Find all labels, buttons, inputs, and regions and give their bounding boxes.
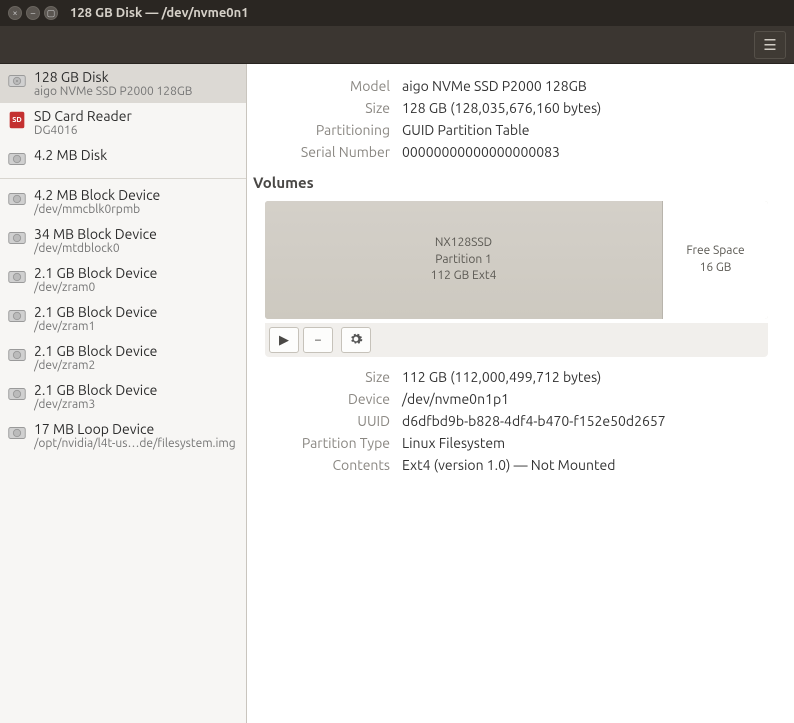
sidebar-item-block-zram0[interactable]: 2.1 GB Block Device /dev/zram0 bbox=[0, 260, 246, 299]
minus-icon: − bbox=[314, 333, 321, 347]
sidebar-item-title: 4.2 MB Disk bbox=[34, 147, 238, 163]
sidebar-item-title: 2.1 GB Block Device bbox=[34, 382, 238, 398]
sidebar-item-subtitle: DG4016 bbox=[34, 124, 238, 137]
hard-disk-icon bbox=[6, 422, 28, 444]
hard-disk-icon bbox=[6, 383, 28, 405]
sidebar-item-title: 2.1 GB Block Device bbox=[34, 265, 238, 281]
window-title: 128 GB Disk — /dev/nvme0n1 bbox=[70, 6, 249, 20]
device-sidebar: 128 GB Disk aigo NVMe SSD P2000 128GB SD… bbox=[0, 64, 247, 723]
label-part-device: Device bbox=[247, 391, 402, 407]
sidebar-item-title: 34 MB Block Device bbox=[34, 226, 238, 242]
label-serial: Serial Number bbox=[247, 144, 402, 160]
hard-disk-icon bbox=[6, 266, 28, 288]
sidebar-item-block-zram3[interactable]: 2.1 GB Block Device /dev/zram3 bbox=[0, 377, 246, 416]
sidebar-item-disk-128gb[interactable]: 128 GB Disk aigo NVMe SSD P2000 128GB bbox=[0, 64, 246, 103]
volumes-heading: Volumes bbox=[253, 174, 778, 191]
sidebar-item-subtitle: /dev/zram3 bbox=[34, 398, 238, 411]
value-serial: 00000000000000000083 bbox=[402, 144, 778, 160]
window-close-button[interactable]: × bbox=[8, 6, 22, 20]
value-part-contents: Ext4 (version 1.0) — Not Mounted bbox=[402, 457, 778, 473]
sidebar-item-subtitle: /dev/mtdblock0 bbox=[34, 242, 238, 255]
partition-block-main[interactable]: NX128SSD Partition 1 112 GB Ext4 bbox=[265, 201, 663, 319]
hard-disk-icon bbox=[6, 148, 28, 170]
label-model: Model bbox=[247, 78, 402, 94]
sidebar-item-block-mtdblock0[interactable]: 34 MB Block Device /dev/mtdblock0 bbox=[0, 221, 246, 260]
sidebar-item-subtitle: /dev/mmcblk0rpmb bbox=[34, 203, 238, 216]
label-part-contents: Contents bbox=[247, 457, 402, 473]
value-part-size: 112 GB (112,000,499,712 bytes) bbox=[402, 369, 778, 385]
value-part-device: /dev/nvme0n1p1 bbox=[402, 391, 778, 407]
sidebar-item-subtitle: /dev/zram2 bbox=[34, 359, 238, 372]
sidebar-item-block-zram1[interactable]: 2.1 GB Block Device /dev/zram1 bbox=[0, 299, 246, 338]
free-space-size: 16 GB bbox=[700, 260, 732, 277]
label-size: Size bbox=[247, 100, 402, 116]
partition-name: NX128SSD bbox=[435, 235, 492, 252]
partition-options-button[interactable] bbox=[341, 327, 371, 353]
hard-disk-icon bbox=[6, 344, 28, 366]
sidebar-item-title: 128 GB Disk bbox=[34, 69, 238, 85]
sidebar-separator bbox=[0, 178, 246, 179]
partition-label: Partition 1 bbox=[435, 252, 491, 269]
window-minimize-button[interactable]: – bbox=[26, 6, 40, 20]
sidebar-item-title: 2.1 GB Block Device bbox=[34, 304, 238, 320]
sd-card-icon: SD bbox=[6, 109, 28, 131]
gear-icon bbox=[349, 332, 363, 349]
partition-info: Size 112 GB (112,000,499,712 bytes) Devi… bbox=[247, 369, 778, 473]
label-partitioning: Partitioning bbox=[247, 122, 402, 138]
value-partitioning: GUID Partition Table bbox=[402, 122, 778, 138]
value-part-type: Linux Filesystem bbox=[402, 435, 778, 451]
value-part-uuid: d6dfbd9b-b828-4df4-b470-f152e50d2657 bbox=[402, 413, 778, 429]
titlebar: × – ▢ 128 GB Disk — /dev/nvme0n1 bbox=[0, 0, 794, 26]
label-part-type: Partition Type bbox=[247, 435, 402, 451]
menu-button[interactable]: ☰ bbox=[754, 31, 786, 59]
value-size: 128 GB (128,035,676,160 bytes) bbox=[402, 100, 778, 116]
volume-toolbar: ▶ − bbox=[265, 323, 768, 357]
delete-partition-button[interactable]: − bbox=[303, 327, 333, 353]
sidebar-item-block-zram2[interactable]: 2.1 GB Block Device /dev/zram2 bbox=[0, 338, 246, 377]
volume-map: NX128SSD Partition 1 112 GB Ext4 Free Sp… bbox=[265, 201, 768, 319]
sidebar-item-title: 17 MB Loop Device bbox=[34, 421, 238, 437]
sidebar-item-title: SD Card Reader bbox=[34, 108, 238, 124]
main-pane: Model aigo NVMe SSD P2000 128GB Size 128… bbox=[247, 64, 794, 723]
header-toolbar: ☰ bbox=[0, 26, 794, 64]
label-part-size: Size bbox=[247, 369, 402, 385]
sidebar-item-block-mmcblk0rpmb[interactable]: 4.2 MB Block Device /dev/mmcblk0rpmb bbox=[0, 182, 246, 221]
partition-block-free[interactable]: Free Space 16 GB bbox=[663, 201, 768, 319]
partition-fs: 112 GB Ext4 bbox=[431, 268, 497, 285]
value-model: aigo NVMe SSD P2000 128GB bbox=[402, 78, 778, 94]
play-icon: ▶ bbox=[279, 333, 289, 348]
sidebar-item-subtitle: /dev/zram1 bbox=[34, 320, 238, 333]
hamburger-icon: ☰ bbox=[763, 36, 776, 54]
sidebar-item-disk-4mb[interactable]: 4.2 MB Disk bbox=[0, 142, 246, 175]
window-maximize-button[interactable]: ▢ bbox=[44, 6, 58, 20]
sidebar-item-subtitle: /dev/zram0 bbox=[34, 281, 238, 294]
sidebar-item-subtitle: /opt/nvidia/l4t-us…de/filesystem.img bbox=[34, 437, 238, 450]
hard-disk-icon bbox=[6, 188, 28, 210]
svg-text:SD: SD bbox=[12, 116, 22, 124]
sidebar-item-loop-device[interactable]: 17 MB Loop Device /opt/nvidia/l4t-us…de/… bbox=[0, 416, 246, 455]
sidebar-item-title: 2.1 GB Block Device bbox=[34, 343, 238, 359]
disk-info: Model aigo NVMe SSD P2000 128GB Size 128… bbox=[247, 78, 778, 160]
sidebar-item-title: 4.2 MB Block Device bbox=[34, 187, 238, 203]
label-part-uuid: UUID bbox=[247, 413, 402, 429]
free-space-label: Free Space bbox=[686, 243, 744, 260]
hard-disk-icon bbox=[6, 305, 28, 327]
sidebar-item-subtitle: aigo NVMe SSD P2000 128GB bbox=[34, 85, 238, 98]
hard-disk-icon bbox=[6, 70, 28, 92]
hard-disk-icon bbox=[6, 227, 28, 249]
sidebar-item-sd-reader[interactable]: SD SD Card Reader DG4016 bbox=[0, 103, 246, 142]
mount-button[interactable]: ▶ bbox=[269, 327, 299, 353]
